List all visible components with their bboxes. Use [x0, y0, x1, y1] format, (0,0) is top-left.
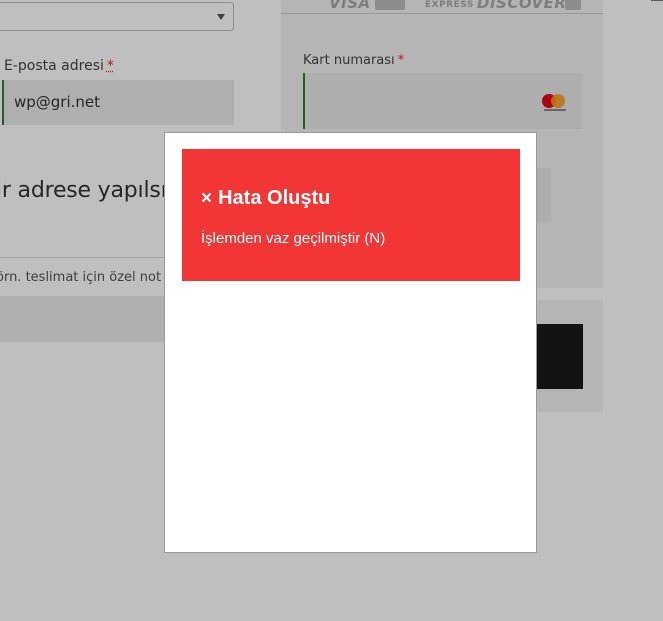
close-icon[interactable]: ×: [201, 188, 212, 210]
error-title: × Hata Oluştu: [201, 187, 330, 210]
error-title-text: Hata Oluştu: [218, 187, 331, 209]
error-dialog: × Hata Oluştu İşlemden vaz geçilmiştir (N…: [164, 132, 537, 553]
error-alert: × Hata Oluştu İşlemden vaz geçilmiştir (N…: [182, 149, 520, 281]
error-message: İşlemden vaz geçilmiştir (N): [201, 230, 386, 247]
